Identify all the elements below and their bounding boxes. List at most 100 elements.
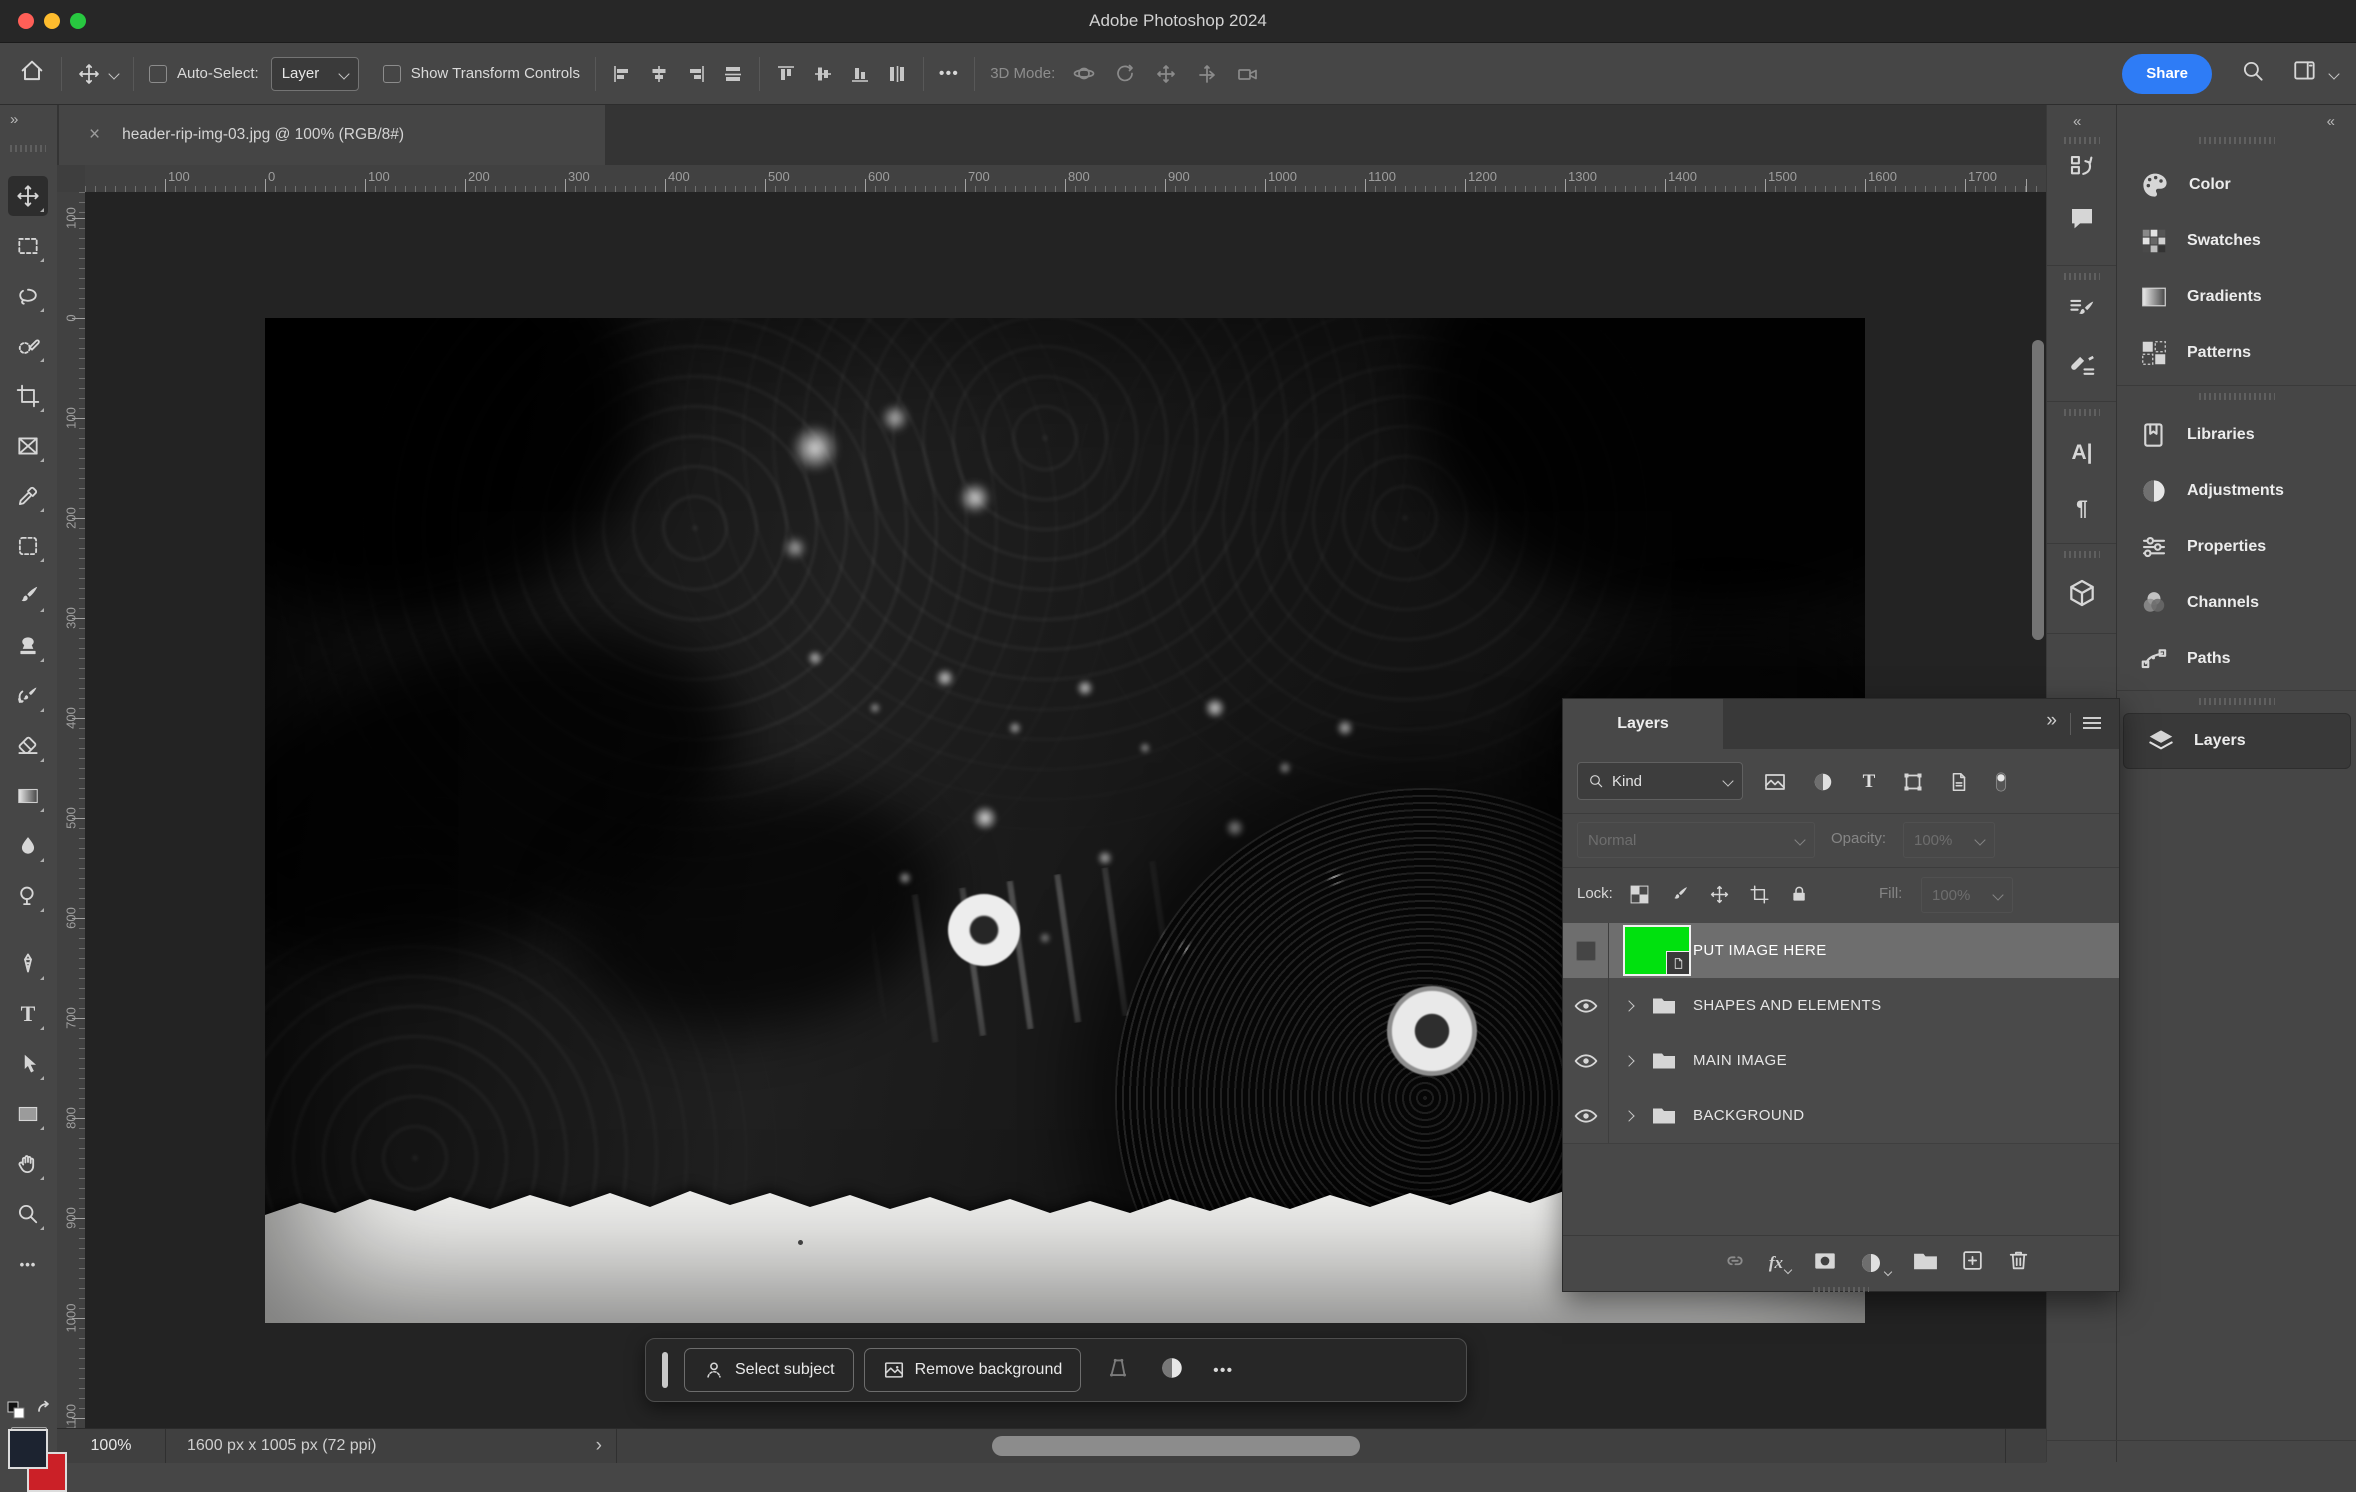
panel-item-gradients[interactable]: Gradients <box>2117 269 2356 325</box>
panel-item-libraries[interactable]: Libraries <box>2117 407 2356 463</box>
panel-item-layers[interactable]: Layers <box>2123 713 2351 769</box>
gripper[interactable] <box>2199 393 2275 400</box>
expand-group-icon[interactable] <box>1623 1000 1634 1011</box>
align-centers-horizontal-icon[interactable] <box>648 63 670 85</box>
tool-spot-healing-brush[interactable] <box>8 526 48 566</box>
gripper[interactable] <box>2199 137 2275 144</box>
brush-settings-icon[interactable] <box>2060 287 2104 331</box>
gripper[interactable] <box>2064 137 2100 144</box>
layer-row-shapes-and-elements[interactable]: SHAPES AND ELEMENTS <box>1563 978 2119 1034</box>
panel-item-properties[interactable]: Properties <box>2117 519 2356 575</box>
type-layer-filter-icon[interactable]: T <box>1855 768 1883 796</box>
delete-layer-icon[interactable] <box>2006 1248 2031 1278</box>
tool-frame[interactable] <box>8 426 48 466</box>
lock-transparency-icon[interactable] <box>1629 884 1650 909</box>
paragraph-icon[interactable]: ¶ <box>2060 487 2104 531</box>
tool-pen[interactable] <box>8 944 48 984</box>
chevron-down-icon[interactable] <box>2328 68 2339 79</box>
adjustment-layer-icon[interactable] <box>1859 1251 1891 1275</box>
collapse-icon[interactable]: « <box>2073 113 2081 130</box>
align-right-icon[interactable] <box>685 63 707 85</box>
active-tool-button[interactable] <box>77 62 118 86</box>
layer-mask-icon[interactable] <box>1812 1248 1838 1279</box>
tool-type[interactable]: T <box>8 994 48 1034</box>
collapse-icon[interactable]: « <box>2327 113 2335 130</box>
align-bottom-icon[interactable] <box>849 63 871 85</box>
rail-gripper[interactable] <box>10 145 46 152</box>
default-colors-icon[interactable] <box>6 1400 28 1427</box>
tool-eraser[interactable] <box>8 726 48 766</box>
shape-layer-filter-icon[interactable] <box>1899 768 1927 796</box>
panel-menu-icon[interactable] <box>2083 717 2101 730</box>
panel-item-adjustments[interactable]: Adjustments <box>2117 463 2356 519</box>
layer-thumbnail[interactable] <box>1625 927 1689 974</box>
tool-rectangle[interactable] <box>8 1094 48 1134</box>
lock-artboard-icon[interactable] <box>1749 884 1770 909</box>
foreground-color-swatch[interactable] <box>8 1429 48 1469</box>
history-icon[interactable] <box>2060 145 2104 189</box>
align-top-icon[interactable] <box>775 63 797 85</box>
lock-position-icon[interactable] <box>1709 884 1730 909</box>
visibility-toggle[interactable] <box>1563 923 1609 978</box>
close-tab-icon[interactable]: × <box>89 124 100 146</box>
comments-icon[interactable] <box>2060 197 2104 241</box>
select-subject-button[interactable]: Select subject <box>684 1348 854 1392</box>
panel-item-paths[interactable]: Paths <box>2117 631 2356 687</box>
lock-pixels-icon[interactable] <box>1669 884 1690 909</box>
tool-edit-toolbar[interactable]: ••• <box>8 1244 48 1284</box>
filter-toggle[interactable] <box>1987 768 2015 796</box>
share-button[interactable]: Share <box>2122 54 2212 94</box>
expand-toolbar-icon[interactable]: » <box>10 111 18 128</box>
adjustment-icon[interactable] <box>1159 1355 1185 1386</box>
collapse-panel-icon[interactable]: » <box>2046 710 2057 732</box>
tool-hand[interactable] <box>8 1144 48 1184</box>
gripper[interactable] <box>2064 551 2100 558</box>
opacity-input[interactable]: 100% <box>1903 822 1995 858</box>
more-icon[interactable]: ••• <box>1213 1362 1233 1379</box>
layer-style-icon[interactable]: fx <box>1769 1253 1791 1273</box>
remove-background-button[interactable]: Remove background <box>864 1348 1082 1392</box>
swap-colors-icon[interactable] <box>34 1398 54 1423</box>
tool-zoom[interactable] <box>8 1194 48 1234</box>
new-group-icon[interactable] <box>1912 1250 1939 1277</box>
distribute-horizontal-icon[interactable] <box>886 63 908 85</box>
tool-path-selection[interactable] <box>8 1044 48 1084</box>
vertical-scrollbar[interactable] <box>2032 340 2044 640</box>
link-layers-icon[interactable] <box>1722 1248 1748 1279</box>
visibility-toggle[interactable] <box>1563 1033 1609 1088</box>
document-size[interactable]: 1600 px x 1005 px (72 ppi) › <box>165 1429 617 1463</box>
show-transform-checkbox[interactable] <box>383 65 401 83</box>
auto-select-target-dropdown[interactable]: Layer <box>271 57 359 91</box>
layer-row-put-image-here[interactable]: PUT IMAGE HERE <box>1563 923 2119 979</box>
expand-group-icon[interactable] <box>1623 1055 1634 1066</box>
new-layer-icon[interactable] <box>1960 1248 1985 1278</box>
home-icon[interactable] <box>18 57 46 90</box>
gripper[interactable] <box>2064 273 2100 280</box>
drag-handle[interactable] <box>662 1352 668 1388</box>
layer-row-background[interactable]: BACKGROUND <box>1563 1088 2119 1144</box>
tool-crop[interactable] <box>8 376 48 416</box>
gripper[interactable] <box>2064 409 2100 416</box>
search-icon[interactable] <box>2240 58 2266 89</box>
visibility-toggle[interactable] <box>1563 978 1609 1033</box>
blend-mode-dropdown[interactable]: Normal <box>1577 822 1815 858</box>
document-tab[interactable]: × header-rip-img-03.jpg @ 100% (RGB/8#) <box>59 105 605 165</box>
visibility-toggle[interactable] <box>1563 1088 1609 1143</box>
character-icon[interactable]: A| <box>2060 431 2104 475</box>
layers-panel-tab[interactable]: Layers <box>1563 699 1723 749</box>
gripper[interactable] <box>2199 698 2275 705</box>
align-centers-vertical-icon[interactable] <box>812 63 834 85</box>
fill-input[interactable]: 100% <box>1921 877 2013 913</box>
tool-dodge[interactable] <box>8 876 48 916</box>
tool-object-selection[interactable] <box>8 326 48 366</box>
adjustment-layer-filter-icon[interactable] <box>1809 768 1837 796</box>
tool-lasso[interactable] <box>8 276 48 316</box>
layer-row-main-image[interactable]: MAIN IMAGE <box>1563 1033 2119 1089</box>
brushes-icon[interactable] <box>2060 343 2104 387</box>
filter-kind-dropdown[interactable]: Kind <box>1577 762 1743 800</box>
tool-clone-stamp[interactable] <box>8 626 48 666</box>
align-left-icon[interactable] <box>611 63 633 85</box>
tool-rectangular-marquee[interactable] <box>8 226 48 266</box>
tool-history-brush[interactable] <box>8 676 48 716</box>
3d-icon[interactable] <box>2060 571 2104 615</box>
